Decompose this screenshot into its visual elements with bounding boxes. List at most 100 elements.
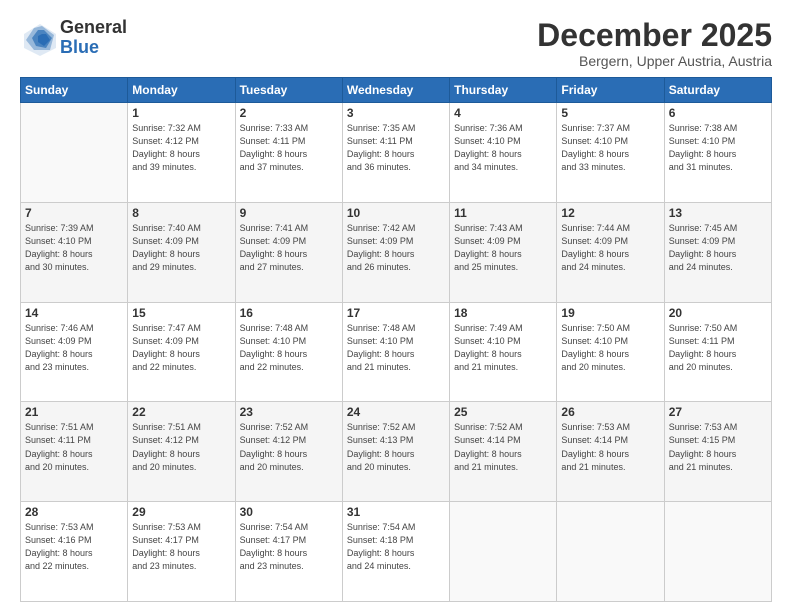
calendar-cell	[664, 502, 771, 602]
day-number: 31	[347, 505, 445, 519]
logo: General Blue	[20, 18, 127, 58]
calendar-header-row: Sunday Monday Tuesday Wednesday Thursday…	[21, 78, 772, 103]
day-info: Sunrise: 7:53 AM Sunset: 4:16 PM Dayligh…	[25, 521, 123, 573]
calendar-cell: 17Sunrise: 7:48 AM Sunset: 4:10 PM Dayli…	[342, 302, 449, 402]
logo-general-text: General	[60, 18, 127, 38]
day-number: 14	[25, 306, 123, 320]
col-monday: Monday	[128, 78, 235, 103]
day-info: Sunrise: 7:45 AM Sunset: 4:09 PM Dayligh…	[669, 222, 767, 274]
day-info: Sunrise: 7:46 AM Sunset: 4:09 PM Dayligh…	[25, 322, 123, 374]
day-info: Sunrise: 7:41 AM Sunset: 4:09 PM Dayligh…	[240, 222, 338, 274]
day-info: Sunrise: 7:52 AM Sunset: 4:14 PM Dayligh…	[454, 421, 552, 473]
calendar-cell: 10 Sunrise: 7:42 AM Sunset: 4:09 PM Dayli…	[342, 202, 449, 302]
day-number: 21	[25, 405, 123, 419]
day-info: Sunrise: 7:51 AM Sunset: 4:12 PM Dayligh…	[132, 421, 230, 473]
calendar-week-row: 28 Sunrise: 7:53 AM Sunset: 4:16 PM Dayli…	[21, 502, 772, 602]
day-number: 12	[561, 206, 659, 220]
calendar-cell: 21 Sunrise: 7:51 AM Sunset: 4:11 PM Dayli…	[21, 402, 128, 502]
calendar-cell	[557, 502, 664, 602]
calendar-cell: 14 Sunrise: 7:46 AM Sunset: 4:09 PM Dayli…	[21, 302, 128, 402]
day-info: Sunrise: 7:33 AM Sunset: 4:11 PM Dayligh…	[240, 122, 338, 174]
calendar-cell: 16 Sunrise: 7:48 AM Sunset: 4:10 PM Dayli…	[235, 302, 342, 402]
calendar-cell: 18 Sunrise: 7:49 AM Sunset: 4:10 PM Dayli…	[450, 302, 557, 402]
header: General Blue December 2025 Bergern, Uppe…	[20, 18, 772, 69]
title-block: December 2025 Bergern, Upper Austria, Au…	[537, 18, 772, 69]
calendar-cell: 6 Sunrise: 7:38 AM Sunset: 4:10 PM Daylig…	[664, 103, 771, 203]
col-thursday: Thursday	[450, 78, 557, 103]
col-friday: Friday	[557, 78, 664, 103]
logo-text: General Blue	[60, 18, 127, 58]
calendar-cell	[21, 103, 128, 203]
day-info: Sunrise: 7:32 AM Sunset: 4:12 PM Dayligh…	[132, 122, 230, 174]
day-number: 16	[240, 306, 338, 320]
day-info: Sunrise: 7:48 AM Sunset: 4:10 PM Dayligh…	[240, 322, 338, 374]
day-info: Sunrise: 7:54 AM Sunset: 4:18 PM Dayligh…	[347, 521, 445, 573]
calendar-cell: 29Sunrise: 7:53 AM Sunset: 4:17 PM Dayli…	[128, 502, 235, 602]
calendar-cell: 3 Sunrise: 7:35 AM Sunset: 4:11 PM Daylig…	[342, 103, 449, 203]
day-number: 17	[347, 306, 445, 320]
day-number: 30	[240, 505, 338, 519]
calendar-cell: 30 Sunrise: 7:54 AM Sunset: 4:17 PM Dayli…	[235, 502, 342, 602]
day-info: Sunrise: 7:37 AM Sunset: 4:10 PM Dayligh…	[561, 122, 659, 174]
calendar-cell	[450, 502, 557, 602]
day-info: Sunrise: 7:35 AM Sunset: 4:11 PM Dayligh…	[347, 122, 445, 174]
calendar-cell: 27Sunrise: 7:53 AM Sunset: 4:15 PM Dayli…	[664, 402, 771, 502]
col-saturday: Saturday	[664, 78, 771, 103]
calendar-week-row: 14 Sunrise: 7:46 AM Sunset: 4:09 PM Dayli…	[21, 302, 772, 402]
day-number: 5	[561, 106, 659, 120]
calendar-cell: 26Sunrise: 7:53 AM Sunset: 4:14 PM Dayli…	[557, 402, 664, 502]
calendar-cell: 19 Sunrise: 7:50 AM Sunset: 4:10 PM Dayli…	[557, 302, 664, 402]
day-number: 20	[669, 306, 767, 320]
calendar-week-row: 21 Sunrise: 7:51 AM Sunset: 4:11 PM Dayli…	[21, 402, 772, 502]
calendar-cell: 4Sunrise: 7:36 AM Sunset: 4:10 PM Daylig…	[450, 103, 557, 203]
day-number: 29	[132, 505, 230, 519]
calendar-cell: 5 Sunrise: 7:37 AM Sunset: 4:10 PM Daylig…	[557, 103, 664, 203]
day-info: Sunrise: 7:50 AM Sunset: 4:10 PM Dayligh…	[561, 322, 659, 374]
day-info: Sunrise: 7:51 AM Sunset: 4:11 PM Dayligh…	[25, 421, 123, 473]
day-info: Sunrise: 7:54 AM Sunset: 4:17 PM Dayligh…	[240, 521, 338, 573]
location-subtitle: Bergern, Upper Austria, Austria	[537, 53, 772, 69]
page: General Blue December 2025 Bergern, Uppe…	[0, 0, 792, 612]
day-info: Sunrise: 7:53 AM Sunset: 4:15 PM Dayligh…	[669, 421, 767, 473]
day-number: 22	[132, 405, 230, 419]
day-number: 4	[454, 106, 552, 120]
day-number: 8	[132, 206, 230, 220]
day-number: 6	[669, 106, 767, 120]
calendar-week-row: 7Sunrise: 7:39 AM Sunset: 4:10 PM Daylig…	[21, 202, 772, 302]
calendar-cell: 9Sunrise: 7:41 AM Sunset: 4:09 PM Daylig…	[235, 202, 342, 302]
day-number: 25	[454, 405, 552, 419]
day-number: 26	[561, 405, 659, 419]
calendar-cell: 23Sunrise: 7:52 AM Sunset: 4:12 PM Dayli…	[235, 402, 342, 502]
calendar-cell: 7Sunrise: 7:39 AM Sunset: 4:10 PM Daylig…	[21, 202, 128, 302]
calendar-cell: 11Sunrise: 7:43 AM Sunset: 4:09 PM Dayli…	[450, 202, 557, 302]
day-info: Sunrise: 7:43 AM Sunset: 4:09 PM Dayligh…	[454, 222, 552, 274]
calendar-cell: 24 Sunrise: 7:52 AM Sunset: 4:13 PM Dayli…	[342, 402, 449, 502]
day-number: 13	[669, 206, 767, 220]
day-info: Sunrise: 7:39 AM Sunset: 4:10 PM Dayligh…	[25, 222, 123, 274]
day-info: Sunrise: 7:40 AM Sunset: 4:09 PM Dayligh…	[132, 222, 230, 274]
day-info: Sunrise: 7:42 AM Sunset: 4:09 PM Dayligh…	[347, 222, 445, 274]
logo-blue-text: Blue	[60, 38, 127, 58]
day-info: Sunrise: 7:38 AM Sunset: 4:10 PM Dayligh…	[669, 122, 767, 174]
day-number: 1	[132, 106, 230, 120]
day-info: Sunrise: 7:52 AM Sunset: 4:13 PM Dayligh…	[347, 421, 445, 473]
day-number: 28	[25, 505, 123, 519]
day-number: 10	[347, 206, 445, 220]
day-number: 3	[347, 106, 445, 120]
day-info: Sunrise: 7:49 AM Sunset: 4:10 PM Dayligh…	[454, 322, 552, 374]
day-number: 18	[454, 306, 552, 320]
calendar-cell: 25 Sunrise: 7:52 AM Sunset: 4:14 PM Dayli…	[450, 402, 557, 502]
day-number: 2	[240, 106, 338, 120]
calendar-cell: 15Sunrise: 7:47 AM Sunset: 4:09 PM Dayli…	[128, 302, 235, 402]
calendar-cell: 1 Sunrise: 7:32 AM Sunset: 4:12 PM Daylig…	[128, 103, 235, 203]
calendar-week-row: 1 Sunrise: 7:32 AM Sunset: 4:12 PM Daylig…	[21, 103, 772, 203]
day-number: 24	[347, 405, 445, 419]
calendar-cell: 22 Sunrise: 7:51 AM Sunset: 4:12 PM Dayli…	[128, 402, 235, 502]
col-wednesday: Wednesday	[342, 78, 449, 103]
day-number: 19	[561, 306, 659, 320]
day-info: Sunrise: 7:47 AM Sunset: 4:09 PM Dayligh…	[132, 322, 230, 374]
day-info: Sunrise: 7:50 AM Sunset: 4:11 PM Dayligh…	[669, 322, 767, 374]
calendar-cell: 28 Sunrise: 7:53 AM Sunset: 4:16 PM Dayli…	[21, 502, 128, 602]
calendar-cell: 8 Sunrise: 7:40 AM Sunset: 4:09 PM Daylig…	[128, 202, 235, 302]
calendar-cell: 13 Sunrise: 7:45 AM Sunset: 4:09 PM Dayli…	[664, 202, 771, 302]
